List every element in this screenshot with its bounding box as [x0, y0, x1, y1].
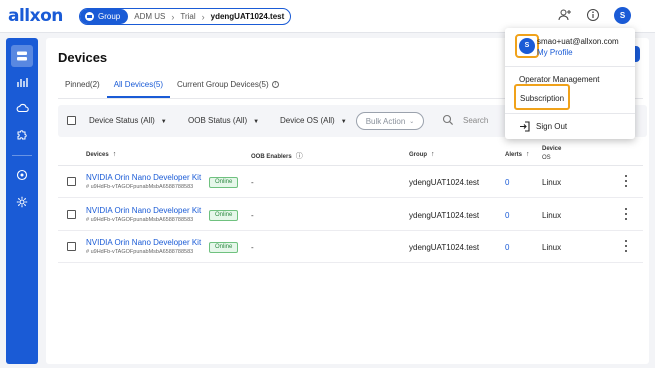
alerts-count-link[interactable]: 0	[505, 178, 509, 187]
table-row[interactable]: NVIDIA Orin Nano Developer Kit # u9HdFb-…	[58, 231, 643, 263]
select-all-checkbox[interactable]	[67, 116, 76, 125]
allxon-logo[interactable]: allxon	[8, 6, 63, 26]
caret-down-icon: ⌄	[409, 118, 415, 125]
info-icon[interactable]: ⓘ	[296, 153, 303, 160]
breadcrumb: Group ADM US › Trial › ydengUAT1024.test	[79, 8, 292, 25]
my-profile-link[interactable]: My Profile	[537, 48, 573, 57]
caret-down-icon: ▼	[160, 119, 167, 125]
device-os-header-line1: Device	[542, 146, 562, 152]
search-icon	[442, 114, 454, 126]
group-selector-button[interactable]: Group	[80, 9, 129, 24]
row-checkbox[interactable]	[67, 210, 76, 219]
device-status-label: Device Status (All)	[89, 116, 155, 125]
chart-icon[interactable]	[11, 71, 33, 93]
oob-value: -	[251, 178, 254, 187]
tab-current-group-devices[interactable]: Current Group Devices(5) i	[170, 76, 286, 98]
bulk-action-label: Bulk Action	[365, 116, 406, 126]
sidebar-divider	[12, 155, 32, 156]
device-os-header-line2: OS	[542, 155, 551, 161]
oob-value: -	[251, 211, 254, 220]
status-badge: Online	[209, 242, 239, 253]
device-name-link[interactable]: NVIDIA Orin Nano Developer Kit	[86, 206, 201, 215]
add-user-icon[interactable]	[558, 8, 572, 22]
menu-avatar: S	[515, 34, 539, 58]
alerts-count-link[interactable]: 0	[505, 211, 509, 220]
devices-icon[interactable]	[11, 45, 33, 67]
sign-out-icon[interactable]	[519, 121, 530, 132]
device-id: # u9HdFb-vTAGOFpunabMsbA6588788583	[86, 184, 194, 190]
caret-down-icon: ▼	[340, 119, 347, 125]
group-icon	[85, 12, 94, 21]
row-checkbox[interactable]	[67, 177, 76, 186]
oob-status-filter[interactable]: OOB Status (All) ▼	[188, 116, 259, 125]
menu-avatar-letter: S	[519, 38, 535, 54]
alerts-count-link[interactable]: 0	[505, 243, 509, 252]
settings-circle-icon[interactable]	[11, 164, 33, 186]
oob-value: -	[251, 243, 254, 252]
row-checkbox[interactable]	[67, 242, 76, 251]
group-value: ydengUAT1024.test	[409, 243, 480, 252]
table-row[interactable]: NVIDIA Orin Nano Developer Kit # u9HdFb-…	[58, 166, 643, 198]
info-icon[interactable]	[586, 8, 600, 22]
column-header-devices[interactable]: Devices ↑	[86, 151, 116, 158]
menu-divider	[505, 113, 635, 114]
os-value: Linux	[542, 243, 562, 252]
menu-item-sign-out[interactable]: Sign Out	[536, 122, 567, 131]
bulk-action-button[interactable]: Bulk Action ⌄	[356, 112, 424, 130]
caret-down-icon: ▼	[253, 119, 260, 125]
os-value: Linux	[542, 178, 562, 187]
tab-all-devices[interactable]: All Devices(5)	[106, 76, 171, 98]
breadcrumb-current[interactable]: ydengUAT1024.test	[205, 12, 285, 21]
group-value: ydengUAT1024.test	[409, 178, 480, 187]
group-label: Group	[98, 12, 121, 21]
menu-divider	[505, 66, 635, 67]
tab-pinned[interactable]: Pinned(2)	[58, 76, 107, 98]
cloud-icon[interactable]	[11, 97, 33, 119]
sort-up-icon[interactable]: ↑	[526, 151, 530, 158]
gear-icon[interactable]	[11, 191, 33, 213]
more-vertical-icon[interactable]	[623, 208, 629, 220]
sidebar	[6, 38, 38, 364]
device-id: # u9HdFb-vTAGOFpunabMsbA6588788583	[86, 249, 194, 255]
more-vertical-icon[interactable]	[623, 175, 629, 187]
breadcrumb-item-trial[interactable]: Trial	[174, 12, 201, 21]
menu-item-operator-management[interactable]: Operator Management	[519, 75, 600, 84]
page-title: Devices	[58, 50, 108, 65]
info-icon[interactable]: i	[271, 81, 279, 89]
os-value: Linux	[542, 211, 562, 220]
devices-header-label: Devices	[86, 152, 109, 158]
oob-header-label: OOB Enablers	[251, 154, 292, 160]
device-id: # u9HdFb-vTAGOFpunabMsbA6588788583	[86, 217, 194, 223]
column-header-oob: OOB Enablers ⓘ	[251, 151, 303, 161]
column-header-group[interactable]: Group ↑	[409, 151, 435, 158]
tab-current-group-label: Current Group Devices(5)	[177, 80, 269, 89]
group-header-label: Group	[409, 152, 427, 158]
oob-status-label: OOB Status (All)	[188, 116, 248, 125]
sort-up-icon[interactable]: ↑	[113, 151, 117, 158]
column-header-device-os: Device OS	[542, 145, 561, 163]
column-header-alerts[interactable]: Alerts ↑	[505, 151, 530, 158]
device-os-label: Device OS (All)	[280, 116, 335, 125]
menu-item-subscription[interactable]: Subscription	[520, 94, 564, 103]
status-badge: Online	[209, 177, 239, 188]
table-row[interactable]: NVIDIA Orin Nano Developer Kit # u9HdFb-…	[58, 199, 643, 231]
device-os-filter[interactable]: Device OS (All) ▼	[280, 116, 347, 125]
search-input[interactable]: Search	[463, 116, 488, 125]
device-name-link[interactable]: NVIDIA Orin Nano Developer Kit	[86, 173, 201, 182]
device-status-filter[interactable]: Device Status (All) ▼	[89, 116, 167, 125]
status-badge: Online	[209, 210, 239, 221]
user-email: smao+uat@allxon.com	[537, 37, 619, 46]
user-avatar[interactable]: S	[614, 7, 631, 24]
more-vertical-icon[interactable]	[623, 240, 629, 252]
plugin-icon[interactable]	[11, 123, 33, 145]
device-tabs: Pinned(2) All Devices(5) Current Group D…	[58, 76, 286, 98]
sort-up-icon[interactable]: ↑	[431, 151, 435, 158]
device-name-link[interactable]: NVIDIA Orin Nano Developer Kit	[86, 238, 201, 247]
breadcrumb-item-adm-us[interactable]: ADM US	[128, 12, 171, 21]
user-menu-dropdown: S smao+uat@allxon.com My Profile Operato…	[505, 28, 635, 139]
alerts-header-label: Alerts	[505, 152, 523, 158]
group-value: ydengUAT1024.test	[409, 211, 480, 220]
